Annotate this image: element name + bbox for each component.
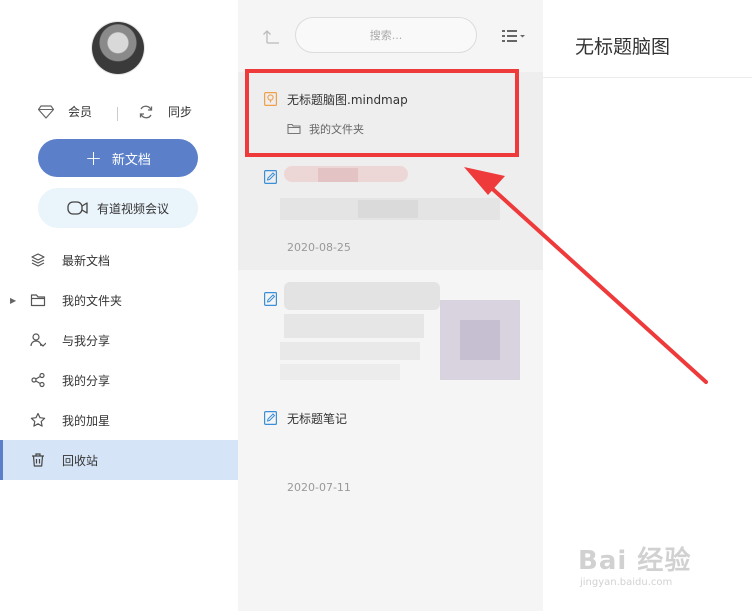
document-detail: 无标题脑图 <box>543 0 752 611</box>
star-icon <box>30 412 46 427</box>
blurred-content <box>284 282 440 310</box>
document-list: 无标题脑图.mindmap 我的文件夹 2020-08-25 <box>238 0 543 611</box>
sidebar-item-recent[interactable]: 最新文档 <box>0 240 238 280</box>
item-date: 2020-07-11 <box>287 481 351 494</box>
blurred-content <box>358 200 418 218</box>
back-up-icon[interactable] <box>262 27 280 45</box>
blurred-content <box>280 342 420 360</box>
sidebar-item-shared-with-me[interactable]: 与我分享 <box>0 320 238 360</box>
list-item[interactable]: 无标题脑图.mindmap 我的文件夹 <box>238 72 543 152</box>
sidebar-item-label: 回收站 <box>62 453 99 468</box>
sync-button[interactable]: 同步 <box>138 103 192 120</box>
item-title: 无标题脑图.mindmap <box>287 93 408 107</box>
note-icon <box>264 170 277 184</box>
account-row: 会员 同步 <box>0 103 238 125</box>
folder-icon <box>30 294 46 307</box>
search-input[interactable] <box>295 17 477 53</box>
item-title: 无标题笔记 <box>287 412 348 426</box>
layers-icon <box>31 253 45 267</box>
video-meeting-button[interactable]: 有道视频会议 <box>38 188 198 228</box>
sidebar-item-label: 与我分享 <box>62 333 111 348</box>
item-date: 2020-08-25 <box>287 241 351 254</box>
new-document-button[interactable]: + 新文档 <box>38 139 198 177</box>
sync-label: 同步 <box>168 105 193 119</box>
sidebar: 会员 同步 + 新文档 有道视频会议 最新文档 ▶ 我的文件夹 与我分享 我的分… <box>0 0 238 611</box>
list-item[interactable] <box>238 270 543 395</box>
sidebar-item-label: 我的分享 <box>62 373 111 388</box>
plus-icon: + <box>85 146 102 170</box>
trash-icon <box>32 453 44 467</box>
mindmap-icon <box>264 92 277 106</box>
sidebar-item-label: 我的文件夹 <box>62 293 123 308</box>
sidebar-item-label: 最新文档 <box>62 253 111 268</box>
divider <box>543 77 752 78</box>
sync-icon <box>139 105 153 118</box>
new-document-label: 新文档 <box>111 152 151 168</box>
blurred-content <box>318 168 358 182</box>
note-icon <box>264 292 277 306</box>
sidebar-item-my-folders[interactable]: ▶ 我的文件夹 <box>0 280 238 320</box>
item-folder-label: 我的文件夹 <box>309 123 364 136</box>
diamond-icon <box>38 104 54 119</box>
blurred-content <box>280 364 400 380</box>
blurred-content <box>284 314 424 338</box>
expand-arrow-icon[interactable]: ▶ <box>10 296 16 305</box>
sidebar-item-my-shares[interactable]: 我的分享 <box>0 360 238 400</box>
vip-link[interactable]: 会员 <box>38 103 92 120</box>
avatar[interactable] <box>92 22 144 74</box>
sidebar-nav: 最新文档 ▶ 我的文件夹 与我分享 我的分享 我的加星 回收站 <box>0 240 238 480</box>
list-item[interactable]: 2020-08-25 <box>238 152 543 270</box>
shared-with-me-icon <box>30 333 46 347</box>
item-folder: 我的文件夹 <box>287 121 364 137</box>
video-meeting-label: 有道视频会议 <box>96 201 169 216</box>
share-icon <box>31 372 45 388</box>
view-mode-icon[interactable] <box>501 28 527 44</box>
sidebar-item-starred[interactable]: 我的加星 <box>0 400 238 440</box>
video-camera-icon <box>67 201 88 215</box>
divider <box>117 107 118 121</box>
vip-label: 会员 <box>68 105 93 119</box>
sidebar-item-label: 我的加星 <box>62 413 111 428</box>
list-item[interactable]: 无标题笔记 2020-07-11 <box>238 395 543 510</box>
sidebar-item-trash[interactable]: 回收站 <box>0 440 238 480</box>
folder-icon <box>287 123 301 135</box>
note-icon <box>264 411 277 425</box>
blurred-image <box>460 320 500 360</box>
document-title: 无标题脑图 <box>575 36 671 58</box>
